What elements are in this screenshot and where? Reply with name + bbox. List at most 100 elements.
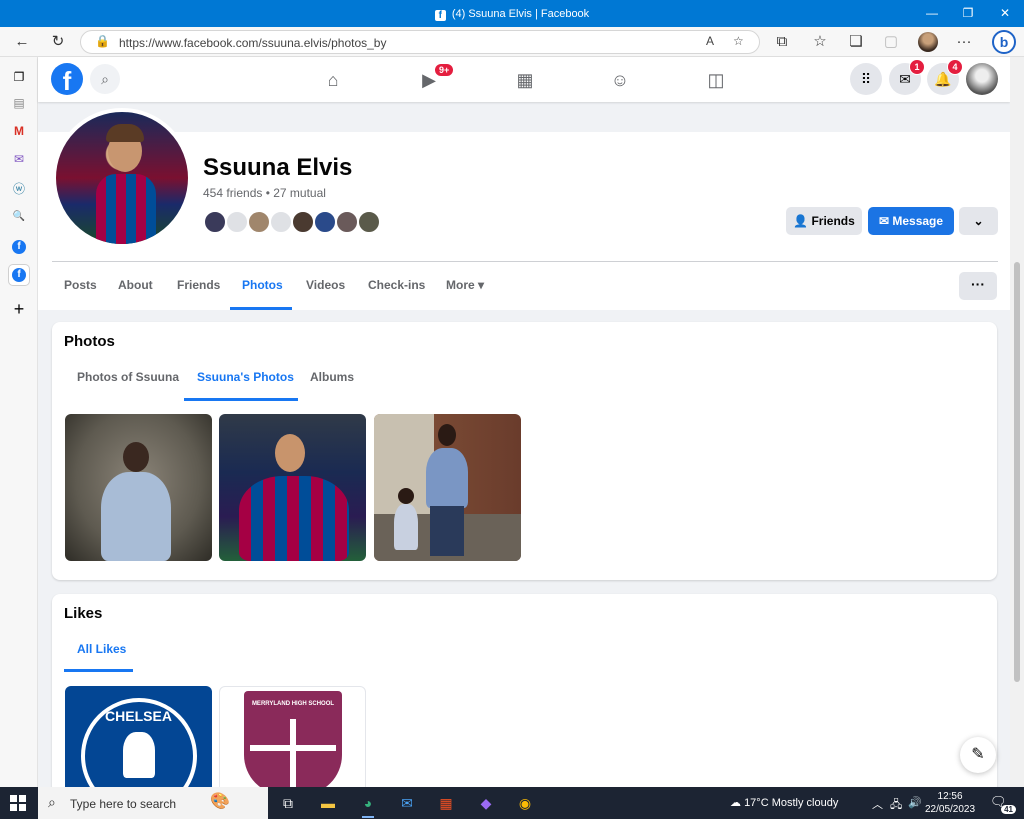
settings-more-button[interactable]: ···: [954, 32, 974, 52]
tab-more[interactable]: More ▾: [446, 278, 484, 292]
refresh-icon[interactable]: ↻: [48, 32, 68, 52]
weather-widget[interactable]: ☁ 17°C Mostly cloudy: [730, 796, 838, 809]
edge-browser-icon[interactable]: ◕: [358, 793, 378, 818]
favorites-icon[interactable]: ☆: [810, 32, 830, 52]
address-bar[interactable]: 🔒 https://www.facebook.com/ssuuna.elvis/…: [80, 30, 760, 54]
profile-dropdown-button[interactable]: ⌄: [959, 207, 998, 235]
news-icon[interactable]: ▤: [9, 93, 29, 113]
chrome-icon[interactable]: ◉: [515, 793, 535, 813]
volume-icon[interactable]: 🔊: [908, 796, 922, 809]
cross-horizontal-shape: [250, 745, 336, 751]
notification-count: 41: [1001, 805, 1016, 814]
task-view-icon[interactable]: ⧉: [278, 793, 298, 813]
browser-profile-avatar[interactable]: [918, 32, 938, 52]
weather-text: 17°C Mostly cloudy: [744, 797, 839, 809]
maximize-button[interactable]: ❐: [953, 4, 983, 22]
tab-friends[interactable]: Friends: [177, 278, 220, 292]
cross-vertical-shape: [290, 719, 296, 789]
menu-grid-icon[interactable]: ⠿: [850, 63, 882, 95]
new-message-compose-icon[interactable]: ✎: [960, 737, 996, 773]
groups-icon[interactable]: ☺: [607, 67, 633, 93]
merryland-crest-text: MERRYLAND HIGH SCHOOL: [251, 701, 335, 707]
tab-about[interactable]: About: [118, 278, 153, 292]
app-icon[interactable]: ◆: [476, 793, 496, 813]
system-clock[interactable]: 12:56 22/05/2023: [925, 790, 975, 816]
facebook-logo-icon[interactable]: f: [51, 63, 83, 96]
messenger-icon[interactable]: ✉ 1: [889, 59, 925, 95]
show-hidden-icons-icon[interactable]: ︿: [872, 796, 883, 812]
profile-divider: [52, 261, 998, 262]
account-avatar[interactable]: [966, 63, 998, 95]
tab-checkins[interactable]: Check-ins: [368, 278, 425, 292]
lion-shape: [123, 732, 155, 778]
tab-photos[interactable]: Photos: [242, 278, 283, 292]
extensions-icon[interactable]: ⧉: [772, 32, 792, 52]
friend-avatar[interactable]: [203, 210, 227, 234]
profile-header: Ssuuna Elvis 454 friends • 27 mutual 👤 F…: [38, 108, 1010, 310]
facebook-active-shortcut[interactable]: f: [9, 265, 29, 285]
notifications-bell-icon[interactable]: 🔔 4: [927, 59, 963, 95]
friend-avatar[interactable]: [335, 210, 359, 234]
profile-picture[interactable]: [52, 108, 192, 248]
facebook-shortcut-icon[interactable]: f: [12, 240, 26, 254]
message-button[interactable]: ✉ Message: [868, 207, 954, 235]
home-icon[interactable]: ⌂: [320, 67, 346, 93]
collections-icon[interactable]: ❏: [846, 32, 866, 52]
file-explorer-icon[interactable]: ▬: [318, 793, 338, 813]
network-icon[interactable]: 🖧: [890, 796, 902, 815]
subtab-all-likes[interactable]: All Likes: [77, 642, 126, 656]
minimize-button[interactable]: —: [917, 4, 947, 22]
page-scrollbar[interactable]: [1010, 57, 1024, 787]
notification-center-icon[interactable]: 🗨 41: [990, 794, 1016, 814]
mutual-friends-faces: [203, 210, 393, 236]
profile-more-options-button[interactable]: ···: [959, 272, 997, 300]
tab-videos[interactable]: Videos: [306, 278, 345, 292]
favorite-add-icon[interactable]: ☆: [733, 34, 744, 48]
close-button[interactable]: ✕: [990, 4, 1020, 22]
jersey-shape: [96, 174, 156, 244]
photo-thumbnail[interactable]: [374, 414, 521, 561]
mail-icon[interactable]: ✉: [9, 149, 29, 169]
chelsea-crest-text: CHELSEA: [105, 708, 172, 724]
friend-avatar[interactable]: [357, 210, 381, 234]
subtab-photos-of[interactable]: Photos of Ssuuna: [77, 370, 179, 384]
friend-avatar[interactable]: [291, 210, 315, 234]
photo-thumbnail[interactable]: [65, 414, 212, 561]
subtab-users-photos[interactable]: Ssuuna's Photos: [197, 370, 294, 384]
friend-avatar[interactable]: [247, 210, 271, 234]
search-icon[interactable]: 🔍: [9, 207, 29, 227]
tab-posts[interactable]: Posts: [64, 278, 97, 292]
add-shortcut-icon[interactable]: +: [9, 299, 29, 319]
read-aloud-icon[interactable]: A: [706, 34, 714, 48]
friends-count[interactable]: 454 friends • 27 mutual: [203, 186, 326, 200]
like-chelsea[interactable]: CHELSEA: [65, 686, 212, 796]
gaming-icon[interactable]: ◫: [703, 67, 729, 93]
friend-avatar[interactable]: [269, 210, 293, 234]
scrollbar-thumb[interactable]: [1014, 262, 1020, 682]
gmail-icon[interactable]: M: [9, 121, 29, 141]
marketplace-icon[interactable]: ▦: [512, 67, 538, 93]
wordpress-icon[interactable]: ⓦ: [9, 179, 29, 199]
facebook-search-icon[interactable]: ⌕: [90, 64, 120, 94]
person-head-shape: [123, 442, 149, 472]
friends-button[interactable]: 👤 Friends: [786, 207, 862, 235]
photos-card: Photos Photos of Ssuuna Ssuuna's Photos …: [52, 322, 997, 580]
taskbar-search[interactable]: ⌕ Type here to search 🎨: [38, 787, 268, 819]
store-icon[interactable]: ▦: [436, 793, 456, 813]
friend-avatar[interactable]: [313, 210, 337, 234]
clock-time: 12:56: [937, 791, 963, 802]
back-icon[interactable]: ←: [12, 32, 32, 52]
like-merryland[interactable]: MERRYLAND HIGH SCHOOL: [219, 686, 366, 796]
photo-thumbnail[interactable]: [219, 414, 366, 561]
bing-chat-icon[interactable]: b: [992, 30, 1016, 54]
friend-avatar[interactable]: [225, 210, 249, 234]
friends-button-label: Friends: [811, 214, 855, 228]
tabs-icon[interactable]: ❐: [9, 67, 29, 87]
windows-start-icon[interactable]: [10, 795, 26, 811]
subtab-albums[interactable]: Albums: [310, 370, 354, 384]
facebook-header: f ⌕ ⌂ ▶ 9+ ▦ ☺ ◫ ⠿ ✉ 1 🔔 4: [38, 57, 1010, 102]
mail-app-icon[interactable]: ✉: [397, 793, 417, 813]
window-title-text: (4) Ssuuna Elvis | Facebook: [451, 8, 590, 20]
split-screen-icon[interactable]: ▢: [881, 32, 901, 52]
message-button-label: Message: [892, 214, 944, 228]
